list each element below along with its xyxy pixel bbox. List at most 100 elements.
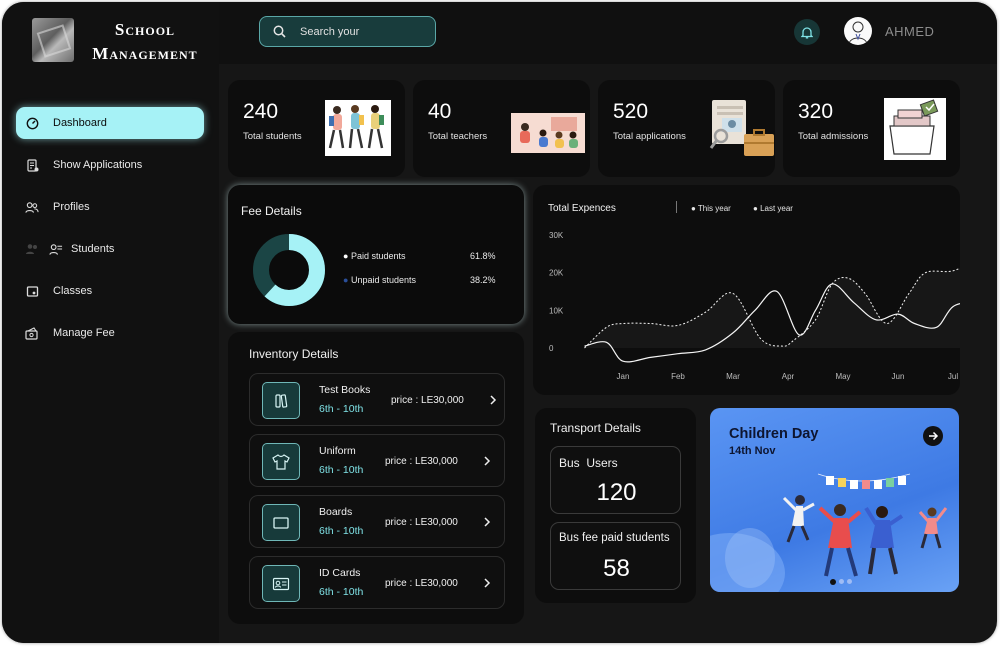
nav-item-dashboard[interactable]: Dashboard <box>16 107 204 139</box>
stat-label: Total admissions <box>798 131 869 142</box>
x-tick-label: Jul <box>948 372 958 381</box>
event-title: Children Day <box>729 426 819 442</box>
x-tick-label: Apr <box>782 372 795 381</box>
stat-card-applications[interactable]: 520 Total applications <box>598 80 775 177</box>
inventory-item-test-books[interactable]: Test Books 6th - 10th price : LE30,000 <box>249 373 505 426</box>
nav-label: Manage Fee <box>53 327 115 339</box>
bus-users-label: Bus Users <box>559 456 618 470</box>
nav-label: Show Applications <box>53 159 143 171</box>
y-tick-label: 10K <box>549 306 564 315</box>
card-title: Transport Details <box>550 421 641 435</box>
item-name: Boards <box>319 506 353 518</box>
chevron-right-icon[interactable] <box>480 452 494 470</box>
nav-label: Profiles <box>53 201 90 213</box>
item-price: price : LE30,000 <box>385 456 458 467</box>
nav-item-show-applications[interactable]: Show Applications <box>16 149 204 181</box>
paid-value: 61.8% <box>470 251 496 261</box>
classes-icon <box>25 284 39 298</box>
item-name: Uniform <box>319 445 356 457</box>
chevron-right-icon[interactable] <box>480 574 494 592</box>
item-price: price : LE30,000 <box>385 517 458 528</box>
nav-label: Students <box>71 243 115 255</box>
event-banner[interactable]: Children Day 14th Nov <box>710 408 959 592</box>
books-icon <box>262 382 300 419</box>
legend-paid: ● Paid students <box>343 251 406 261</box>
brand-line-1: School <box>114 20 176 39</box>
y-tick-label: 30K <box>549 231 564 240</box>
x-tick-label: May <box>835 372 850 381</box>
sidebar: School Management Dashboard Show Applica… <box>2 2 219 643</box>
carousel-dot-active[interactable] <box>830 579 836 585</box>
school-logo <box>32 18 74 62</box>
stat-card-admissions[interactable]: 320 Total admissions <box>783 80 960 177</box>
item-price: price : LE30,000 <box>385 578 458 589</box>
board-icon <box>262 504 300 541</box>
students-icon-outline <box>49 242 63 256</box>
id-card-icon <box>262 565 300 602</box>
inventory-item-id-cards[interactable]: ID Cards 6th - 10th price : LE30,000 <box>249 556 505 609</box>
app-window: School Management Dashboard Show Applica… <box>2 2 997 643</box>
inventory-item-uniform[interactable]: Uniform 6th - 10th price : LE30,000 <box>249 434 505 487</box>
stat-label: Total applications <box>613 131 686 142</box>
inventory-item-boards[interactable]: Boards 6th - 10th price : LE30,000 <box>249 495 505 548</box>
item-grade: 6th - 10th <box>319 525 364 537</box>
nav-item-manage-fee[interactable]: Manage Fee <box>16 317 204 349</box>
applications-icon <box>25 158 39 172</box>
item-name: ID Cards <box>319 567 361 579</box>
notification-button[interactable] <box>794 19 820 45</box>
brand-title: School Management <box>80 18 210 66</box>
card-title: Inventory Details <box>249 347 339 361</box>
bus-fee-label: Bus fee paid students <box>559 532 670 544</box>
applications-illustration <box>708 98 776 160</box>
stat-value: 320 <box>798 100 834 123</box>
nav-label: Classes <box>53 285 93 297</box>
user-name[interactable]: AHMED <box>885 24 934 39</box>
item-grade: 6th - 10th <box>319 464 364 476</box>
unpaid-label: Unpaid students <box>350 275 416 285</box>
search-box[interactable] <box>259 16 436 47</box>
fee-donut-chart <box>253 234 325 306</box>
paid-label: Paid students <box>350 251 406 261</box>
x-tick-label: Mar <box>726 372 740 381</box>
chevron-right-icon[interactable] <box>486 391 500 409</box>
admissions-illustration <box>884 98 946 160</box>
avatar[interactable] <box>844 17 872 45</box>
nav-item-profiles[interactable]: Profiles <box>16 191 204 223</box>
students-illustration <box>325 100 391 156</box>
chevron-right-icon[interactable] <box>480 513 494 531</box>
bus-users-value: 120 <box>596 479 637 506</box>
expenses-line-chart: 30K 20K 10K 0 Jan Feb Mar Apr May Jun Jul <box>549 231 960 381</box>
bus-fee-box: Bus fee paid students 58 <box>550 522 681 590</box>
fee-details-card: Fee Details ● Paid students 61.8% ● Unpa… <box>228 185 524 324</box>
nav-item-classes[interactable]: Classes <box>16 275 204 307</box>
expenses-chart-card: Total Expences ● This year ● Last year 3… <box>533 185 960 395</box>
nav-label: Dashboard <box>53 117 107 129</box>
teachers-illustration <box>511 113 585 153</box>
unpaid-value: 38.2% <box>470 275 496 285</box>
item-grade: 6th - 10th <box>319 586 364 598</box>
x-tick-label: Jun <box>892 372 905 381</box>
profiles-icon <box>25 200 39 214</box>
stat-value: 520 <box>613 100 649 123</box>
tshirt-icon <box>262 443 300 480</box>
inventory-card: Inventory Details Test Books 6th - 10th … <box>228 332 524 624</box>
top-bar: AHMED <box>219 2 997 64</box>
search-icon <box>273 25 286 38</box>
stat-card-students[interactable]: 240 Total students <box>228 80 405 177</box>
nav-item-students[interactable]: Students <box>16 233 204 265</box>
carousel-dot[interactable] <box>847 579 852 584</box>
dashboard-icon <box>25 116 39 130</box>
carousel-dot[interactable] <box>839 579 844 584</box>
stat-card-teachers[interactable]: 40 Total teachers <box>413 80 590 177</box>
bus-users-box: Bus Users 120 <box>550 446 681 514</box>
event-next-button[interactable] <box>923 426 943 446</box>
carousel-dots[interactable] <box>830 579 852 585</box>
stat-value: 240 <box>243 100 279 123</box>
y-tick-label: 0 <box>549 344 554 353</box>
stat-label: Total students <box>243 131 302 142</box>
search-input[interactable] <box>300 25 420 38</box>
item-grade: 6th - 10th <box>319 403 364 415</box>
brand-line-2: Management <box>92 44 198 63</box>
x-tick-label: Feb <box>671 372 685 381</box>
arrow-right-icon <box>929 431 939 441</box>
